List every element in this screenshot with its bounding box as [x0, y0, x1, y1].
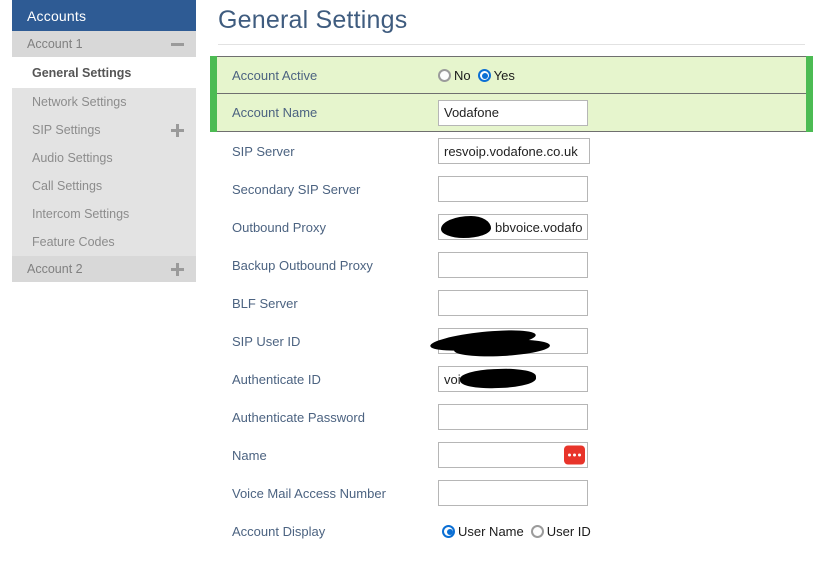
ellipsis-badge-icon[interactable]	[564, 445, 585, 465]
field-sip-server	[438, 138, 590, 164]
radio-circle[interactable]	[438, 68, 451, 82]
main-content: General Settings Account Active No Yes A…	[210, 0, 813, 550]
label-blf-server: BLF Server	[232, 295, 298, 311]
label-secondary-sip-server: Secondary SIP Server	[232, 181, 361, 197]
label-account-active: Account Active	[232, 67, 318, 83]
row-name: Name	[210, 436, 813, 474]
row-authenticate-password: Authenticate Password	[210, 398, 813, 436]
radio-label: No	[454, 67, 471, 83]
row-backup-outbound-proxy: Backup Outbound Proxy	[210, 246, 813, 284]
field-authenticate-password	[438, 404, 588, 430]
row-account-active: Account Active No Yes	[210, 56, 813, 94]
settings-page: Accounts Account 1 General Settings Netw…	[0, 0, 813, 566]
radio-account-display-user-name[interactable]: User Name	[442, 524, 524, 539]
radio-account-active-no[interactable]: No	[438, 68, 471, 83]
sidebar-group-label: Account 2	[27, 262, 83, 276]
label-account-name: Account Name	[232, 105, 318, 120]
radio-circle-selected[interactable]	[442, 524, 455, 538]
label-name: Name	[232, 447, 267, 463]
page-title: General Settings	[218, 6, 408, 34]
sidebar-item-label: Network Settings	[32, 95, 127, 109]
sidebar-group-account-1[interactable]: Account 1	[12, 31, 196, 58]
label-voice-mail-access-number: Voice Mail Access Number	[232, 485, 386, 501]
field-secondary-sip-server	[438, 176, 588, 202]
account-active-radio-group: No Yes	[438, 68, 515, 83]
secondary-sip-server-input[interactable]	[438, 176, 588, 202]
field-outbound-proxy	[438, 214, 588, 240]
backup-outbound-proxy-input[interactable]	[438, 252, 588, 278]
sidebar: Accounts Account 1 General Settings Netw…	[12, 0, 196, 283]
field-sip-user-id	[429, 326, 588, 359]
account-name-input[interactable]	[438, 99, 588, 126]
radio-account-display-user-id[interactable]: User ID	[530, 523, 591, 539]
row-outbound-proxy: Outbound Proxy	[210, 208, 813, 246]
account-display-radio-group: User Name User ID	[442, 524, 591, 539]
sidebar-item-audio-settings[interactable]: Audio Settings	[12, 144, 196, 172]
row-voice-mail-access-number: Voice Mail Access Number	[210, 474, 813, 512]
sidebar-item-label: Audio Settings	[32, 151, 113, 165]
authenticate-password-input[interactable]	[438, 404, 588, 430]
sidebar-item-sip-settings[interactable]: SIP Settings	[12, 116, 196, 144]
radio-circle-selected[interactable]	[477, 68, 491, 82]
sidebar-item-feature-codes[interactable]: Feature Codes	[12, 228, 196, 256]
sidebar-item-call-settings[interactable]: Call Settings	[12, 172, 196, 200]
label-account-display: Account Display	[232, 523, 326, 539]
field-backup-outbound-proxy	[438, 252, 588, 278]
label-sip-server: SIP Server	[232, 143, 295, 159]
field-voice-mail-access-number	[438, 480, 588, 506]
title-divider	[218, 44, 805, 45]
sidebar-item-intercom-settings[interactable]: Intercom Settings	[12, 200, 196, 228]
field-blf-server	[438, 290, 588, 316]
sidebar-item-network-settings[interactable]: Network Settings	[12, 88, 196, 116]
label-authenticate-password: Authenticate Password	[232, 409, 365, 425]
radio-label: Yes	[493, 67, 515, 83]
authenticate-id-input[interactable]	[438, 366, 588, 392]
sip-user-id-input[interactable]	[438, 328, 588, 354]
field-authenticate-id	[438, 366, 588, 392]
radio-label: User Name	[458, 523, 524, 539]
label-outbound-proxy: Outbound Proxy	[232, 219, 326, 235]
voice-mail-access-number-input[interactable]	[438, 480, 588, 506]
row-account-name: Account Name	[210, 93, 813, 132]
sidebar-item-label: Feature Codes	[32, 235, 115, 249]
label-sip-user-id: SIP User ID	[232, 333, 301, 349]
plus-icon[interactable]	[171, 123, 184, 137]
sidebar-item-label: Call Settings	[32, 179, 103, 193]
radio-label: User ID	[546, 523, 591, 539]
sidebar-group-account-2[interactable]: Account 2	[12, 256, 196, 283]
field-name	[438, 442, 588, 468]
row-authenticate-id: Authenticate ID	[210, 360, 813, 398]
blf-server-input[interactable]	[438, 290, 588, 316]
row-sip-server: SIP Server	[210, 132, 813, 170]
radio-account-active-yes[interactable]: Yes	[477, 67, 515, 83]
sidebar-header: Accounts	[12, 0, 196, 31]
outbound-proxy-input[interactable]	[438, 214, 588, 240]
sidebar-item-general-settings[interactable]: General Settings	[12, 58, 196, 88]
row-blf-server: BLF Server	[210, 284, 813, 322]
row-account-display: Account Display User Name User ID	[210, 512, 813, 550]
sidebar-item-label: General Settings	[32, 66, 132, 80]
sidebar-item-label: SIP Settings	[32, 123, 101, 137]
sidebar-item-label: Intercom Settings	[32, 207, 130, 221]
label-authenticate-id: Authenticate ID	[232, 371, 321, 387]
sidebar-group-label: Account 1	[27, 37, 83, 51]
row-sip-user-id: SIP User ID	[210, 322, 813, 360]
sip-server-input[interactable]	[438, 138, 590, 164]
row-secondary-sip-server: Secondary SIP Server	[210, 170, 813, 208]
radio-circle[interactable]	[530, 524, 544, 538]
sidebar-header-label: Accounts	[27, 7, 87, 24]
minus-icon[interactable]	[171, 38, 184, 51]
label-backup-outbound-proxy: Backup Outbound Proxy	[232, 257, 373, 273]
plus-icon[interactable]	[171, 262, 184, 276]
field-account-name	[438, 99, 588, 126]
settings-form: Account Active No Yes Account Name Vodaf…	[210, 56, 813, 550]
